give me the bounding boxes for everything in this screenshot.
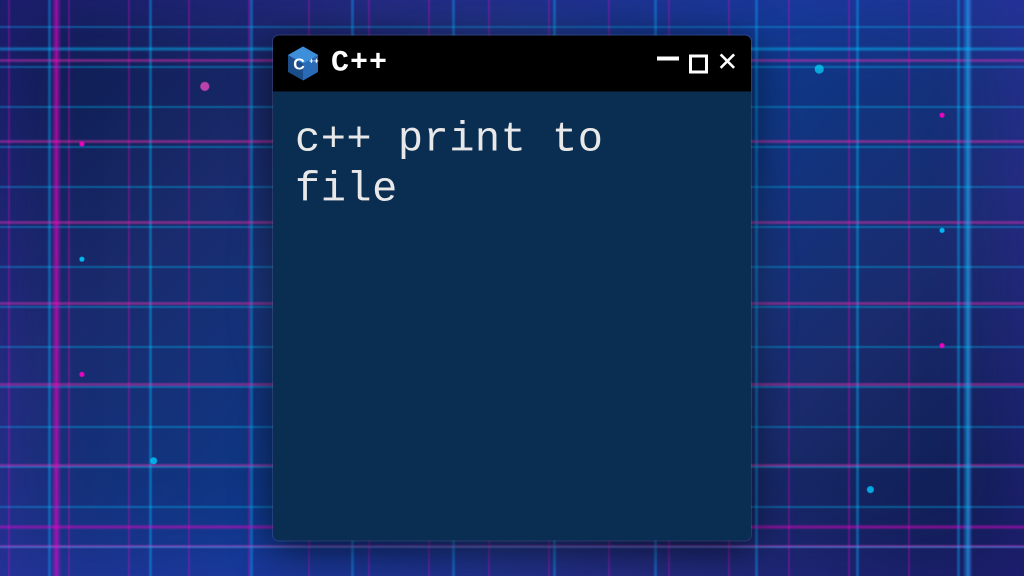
window-body: c++ print to file: [273, 92, 751, 239]
close-button[interactable]: ✕: [718, 47, 737, 81]
maximize-button[interactable]: [689, 54, 708, 73]
window-controls: ✕: [657, 47, 737, 81]
titlebar[interactable]: C + + C++ ✕: [273, 36, 751, 92]
app-window: C + + C++ ✕ c++ print to file: [273, 36, 751, 541]
minimize-button[interactable]: [657, 57, 679, 71]
maximize-icon: [689, 54, 708, 73]
cpp-logo-icon: C + +: [285, 46, 321, 82]
close-icon: ✕: [718, 47, 737, 79]
svg-text:+: +: [314, 57, 319, 66]
window-title: C++: [331, 47, 657, 81]
minimize-icon: [657, 57, 679, 61]
svg-text:C: C: [293, 57, 305, 74]
